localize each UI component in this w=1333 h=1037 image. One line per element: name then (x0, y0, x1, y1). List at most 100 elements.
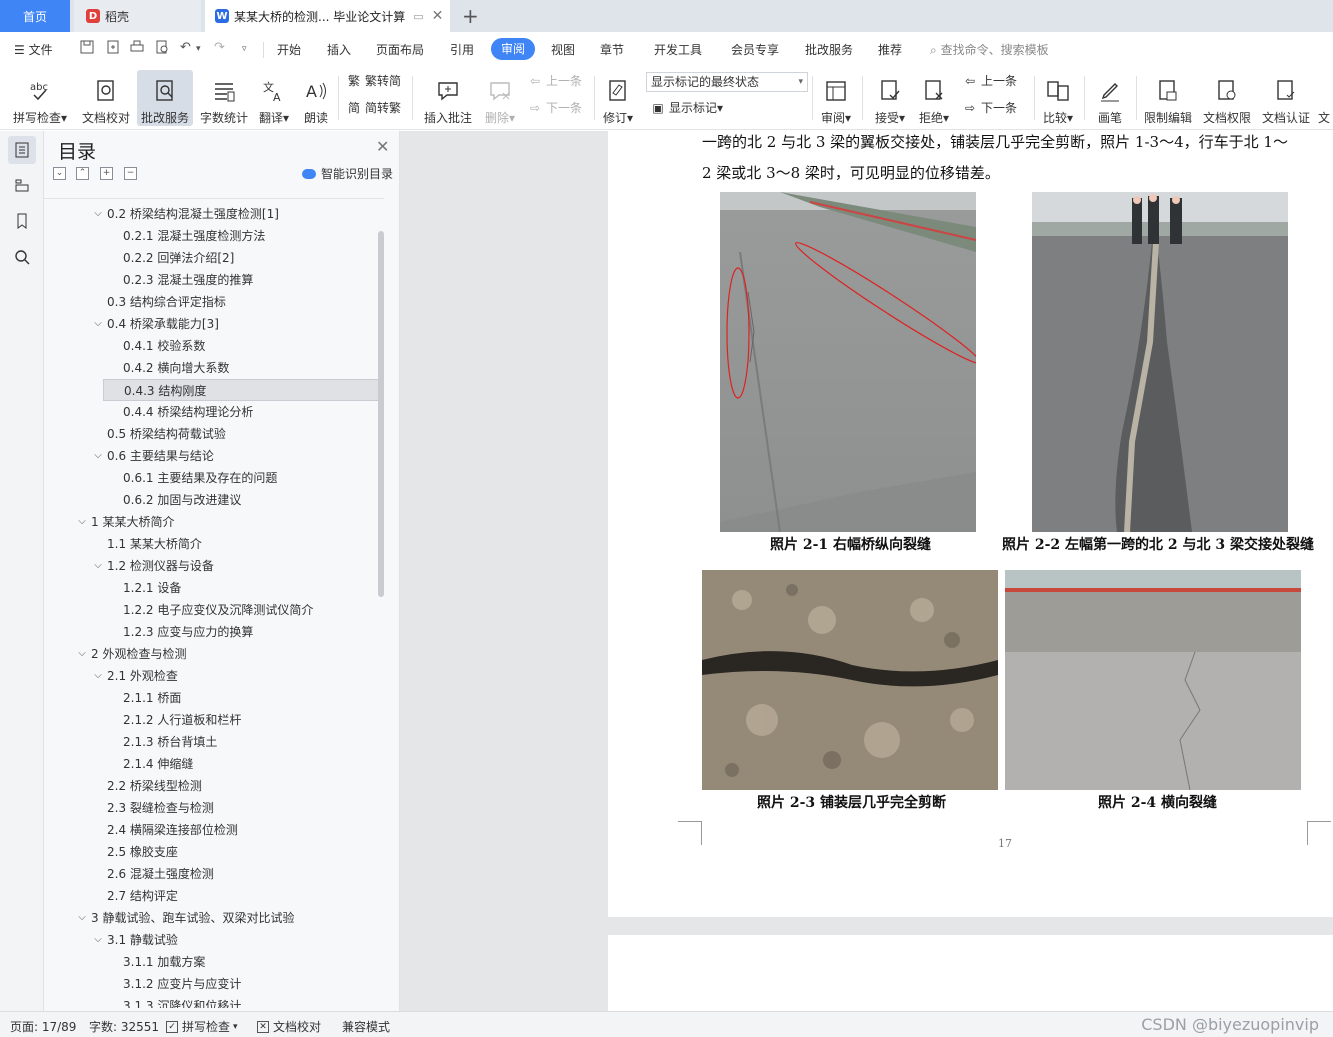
proofread-button[interactable]: 文档校对 (78, 70, 134, 126)
toc-item[interactable]: 2.1.2 人行道板和栏杆 (44, 709, 384, 731)
word-count-button[interactable]: 字数统计 (198, 70, 250, 126)
next-comment-button[interactable]: ⇨ 下一条 (527, 99, 582, 116)
close-tab-icon[interactable]: ✕ (432, 8, 444, 24)
toc-item[interactable]: ⌵ 0.4 桥梁承载能力[3] (44, 313, 384, 335)
expand-all-icon[interactable]: ⌃ (76, 167, 89, 180)
delete-comment-button[interactable]: 删除▾ (480, 70, 520, 126)
toc-item[interactable]: 2.2 桥梁线型检测 (44, 775, 384, 797)
chevron-down-icon[interactable]: ⌵ (76, 907, 88, 929)
chevron-down-icon[interactable]: ⌵ (76, 511, 88, 533)
menu-start[interactable]: 开始 (277, 41, 301, 58)
print-preview-icon[interactable] (155, 40, 169, 58)
toc-item[interactable]: 2.1.4 伸缩缝 (44, 753, 384, 775)
menu-developer[interactable]: 开发工具 (654, 41, 702, 58)
simp-to-trad-button[interactable]: 简 简转繁 (346, 99, 401, 116)
file-menu[interactable]: ☰ 文件 (14, 41, 53, 58)
chevron-down-icon[interactable]: ⌵ (76, 643, 88, 665)
menu-view[interactable]: 视图 (551, 41, 575, 58)
smart-toc-button[interactable]: 智能识别目录 (302, 165, 393, 182)
toc-scrollbar[interactable] (378, 231, 384, 597)
promote-level-icon[interactable]: + (100, 167, 113, 180)
toc-item[interactable]: 0.6.1 主要结果及存在的问题 (44, 467, 384, 489)
toc-item[interactable]: ⌵ 0.6 主要结果与结论 (44, 445, 384, 467)
accept-button[interactable]: 接受▾ (870, 70, 910, 126)
word-count-indicator[interactable]: 字数: 32551 (89, 1018, 159, 1035)
menu-review[interactable]: 审阅 (491, 38, 536, 60)
undo-dropdown-icon[interactable]: ▾ (196, 44, 201, 54)
status-spell-check[interactable]: ✓ 拼写检查 ▾ (166, 1018, 238, 1035)
track-changes-button[interactable]: 修订▾ (600, 70, 636, 126)
chapter-nav-icon[interactable] (8, 171, 36, 199)
toc-item[interactable]: 0.2.2 回弹法介绍[2] (44, 247, 384, 269)
toc-item[interactable]: 0.5 桥梁结构荷载试验 (44, 423, 384, 445)
redo-icon[interactable]: ↷ (214, 40, 225, 55)
toc-item[interactable]: 0.2.1 混凝土强度检测方法 (44, 225, 384, 247)
toc-item[interactable]: ⌵ 3.1 静载试验 (44, 929, 384, 951)
toc-item[interactable]: ⌵ 1.2 检测仪器与设备 (44, 555, 384, 577)
toc-item[interactable]: 2.4 横隔梁连接部位检测 (44, 819, 384, 841)
translate-button[interactable]: 文A 翻译▾ (256, 70, 292, 126)
doc-certify-button[interactable]: 文档认证 (1258, 70, 1314, 126)
menu-chapter[interactable]: 章节 (600, 41, 624, 58)
toc-item[interactable]: 2.3 裂缝检查与检测 (44, 797, 384, 819)
toc-item[interactable]: 1.2.3 应变与应力的换算 (44, 621, 384, 643)
prev-change-button[interactable]: ⇦ 上一条 (962, 72, 1017, 89)
save-icon[interactable] (80, 40, 94, 58)
toc-item[interactable]: 2.6 混凝土强度检测 (44, 863, 384, 885)
chevron-down-icon[interactable]: ⌵ (92, 555, 104, 577)
tab-home[interactable]: 首页 (0, 0, 70, 32)
toc-item[interactable]: 0.2.3 混凝土强度的推算 (44, 269, 384, 291)
menu-references[interactable]: 引用 (450, 41, 474, 58)
toc-item[interactable]: ⌵ 3 静载试验、跑车试验、双梁对比试验 (44, 907, 384, 929)
status-proofread[interactable]: ✕ 文档校对 (257, 1018, 321, 1035)
toc-item[interactable]: 1.1 某某大桥简介 (44, 533, 384, 555)
doc-permission-button[interactable]: 文档权限 (1199, 70, 1255, 126)
toc-item[interactable]: ⌵ 1 某某大桥简介 (44, 511, 384, 533)
chevron-down-icon[interactable]: ⌵ (92, 445, 104, 467)
menu-membership[interactable]: 会员专享 (731, 41, 779, 58)
trad-to-simp-button[interactable]: 繁 繁转简 (346, 72, 401, 89)
toc-item[interactable]: 2.7 结构评定 (44, 885, 384, 907)
menu-review-service[interactable]: 批改服务 (805, 41, 853, 58)
show-markup-button[interactable]: ▣ 显示标记▾ (650, 99, 723, 116)
undo-icon[interactable]: ↶ (180, 40, 191, 55)
close-icon[interactable]: ✕ (376, 137, 389, 156)
insert-comment-button[interactable]: 插入批注 (420, 70, 476, 126)
page-indicator[interactable]: 页面: 17/89 (10, 1018, 76, 1035)
read-aloud-button[interactable]: A 朗读 (298, 70, 334, 126)
bookmark-icon[interactable] (8, 207, 36, 235)
toc-item[interactable]: 2.1.3 桥台背填土 (44, 731, 384, 753)
toc-panel-icon[interactable] (8, 136, 36, 164)
chevron-down-icon[interactable]: ⌵ (92, 203, 104, 225)
ribbon-overflow-item[interactable]: 文 (1318, 70, 1333, 126)
restrict-editing-button[interactable]: 限制编辑 (1140, 70, 1196, 126)
collapse-all-icon[interactable]: ⌄ (53, 167, 66, 180)
markup-state-select[interactable]: 显示标记的最终状态 ▾ (646, 72, 808, 92)
tab-document[interactable]: W 某某大桥的检测... 毕业论文计算 ▭ ✕ (205, 0, 450, 32)
toc-item[interactable]: 3.1.1 加载方案 (44, 951, 384, 973)
print-icon[interactable] (130, 40, 144, 58)
reviewing-pane-button[interactable]: 审阅▾ (816, 70, 856, 126)
search-icon[interactable] (8, 243, 36, 271)
toc-item[interactable]: 2.5 橡胶支座 (44, 841, 384, 863)
toc-item[interactable]: 0.4.1 校验系数 (44, 335, 384, 357)
command-search[interactable]: ⌕ 查找命令、搜索模板 (930, 41, 1049, 58)
chevron-down-icon[interactable]: ⌵ (92, 313, 104, 335)
pen-button[interactable]: 画笔 (1090, 70, 1130, 126)
toc-item[interactable]: 0.3 结构综合评定指标 (44, 291, 384, 313)
demote-level-icon[interactable]: − (124, 167, 137, 180)
next-document-page[interactable] (608, 935, 1333, 1015)
menu-insert[interactable]: 插入 (327, 41, 351, 58)
menu-recommend[interactable]: 推荐 (878, 41, 902, 58)
chevron-down-icon[interactable]: ⌵ (92, 929, 104, 951)
toc-item[interactable]: 3.1.2 应变片与应变计 (44, 973, 384, 995)
export-pdf-icon[interactable] (106, 40, 120, 58)
tab-daoke[interactable]: D 稻壳 (74, 0, 201, 32)
new-tab-icon[interactable]: + (462, 4, 479, 28)
chevron-down-icon[interactable]: ⌵ (92, 665, 104, 687)
toc-item[interactable]: 1.2.1 设备 (44, 577, 384, 599)
prev-comment-button[interactable]: ⇦ 上一条 (527, 72, 582, 89)
toc-item[interactable]: 2.1.1 桥面 (44, 687, 384, 709)
toc-item[interactable]: 0.4.2 横向增大系数 (44, 357, 384, 379)
reject-button[interactable]: 拒绝▾ (914, 70, 954, 126)
